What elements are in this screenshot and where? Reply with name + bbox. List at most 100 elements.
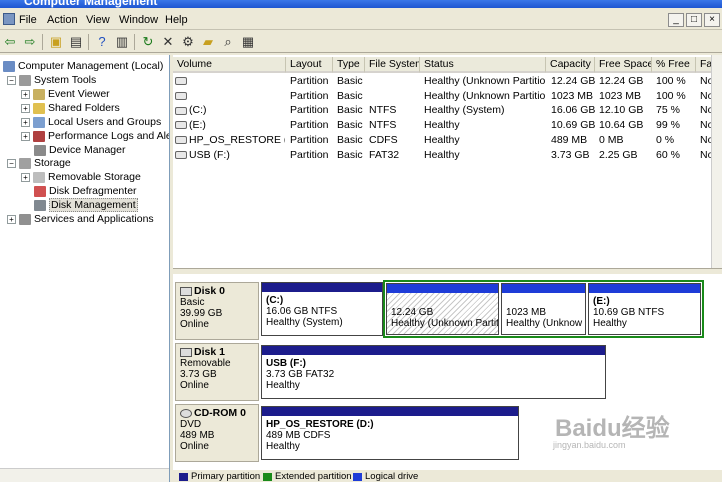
cdrom-icon xyxy=(180,408,192,418)
volume-free-cell: 12.24 GB xyxy=(599,75,644,87)
col-capacity[interactable]: Capacity xyxy=(546,57,595,73)
drive-icon xyxy=(175,121,187,130)
col-percent-free[interactable]: % Free xyxy=(652,57,696,73)
tree-event-viewer[interactable]: + Event Viewer xyxy=(21,87,110,101)
volume-type-cell: Basic xyxy=(337,89,363,102)
menu-file[interactable]: File xyxy=(19,14,37,26)
col-volume[interactable]: Volume xyxy=(173,57,286,73)
partition-e[interactable]: (E:) 10.69 GB NTFS Healthy xyxy=(588,283,701,335)
partition-c[interactable]: (C:) 16.06 GB NTFS Healthy (System) xyxy=(261,282,383,336)
volume-row[interactable]: USB (F:) Partition Basic FAT32 Healthy 3.73 G… xyxy=(173,148,722,162)
tree-performance-logs[interactable]: + Performance Logs and Alerts xyxy=(21,129,169,143)
partition-unknown-1023mb[interactable]: 1023 MB Healthy (Unknow xyxy=(501,283,586,335)
volume-row[interactable]: (E:) Partition Basic NTFS Healthy 10.69 GB 10.… xyxy=(173,118,722,132)
disk-management-icon xyxy=(34,199,46,211)
toolbar-separator xyxy=(42,34,43,50)
menu-window[interactable]: Window xyxy=(119,14,158,26)
tree-root[interactable]: Computer Management (Local) xyxy=(3,59,163,73)
watermark-url: jingyan.baidu.com xyxy=(553,440,626,450)
volume-name: (E:) xyxy=(189,119,206,132)
volume-free-cell: 10.64 GB xyxy=(599,119,644,132)
expand-icon[interactable]: + xyxy=(21,89,30,99)
collapse-icon[interactable]: − xyxy=(7,75,16,85)
volume-cell: (E:) xyxy=(175,118,285,132)
expand-icon[interactable]: + xyxy=(7,214,16,224)
drive-icon xyxy=(175,150,187,159)
refresh-icon[interactable]: ↻ xyxy=(140,34,156,50)
tree-services[interactable]: + Services and Applications xyxy=(7,212,154,226)
col-status[interactable]: Status xyxy=(420,57,546,73)
volume-pct-cell: 100 % xyxy=(656,75,686,87)
volume-cell xyxy=(175,89,285,103)
partition-usb-f[interactable]: USB (F:) 3.73 GB FAT32 Healthy xyxy=(261,345,606,399)
legend-logical: Logical drive xyxy=(365,471,419,482)
volume-capacity-cell: 3.73 GB xyxy=(551,148,590,161)
volume-layout-cell: Partition xyxy=(290,104,329,117)
tree-local-users[interactable]: + Local Users and Groups xyxy=(21,115,161,129)
delete-icon[interactable]: ✕ xyxy=(160,34,176,50)
tree-system-tools[interactable]: − System Tools xyxy=(7,73,96,87)
up-folder-icon[interactable]: ▣ xyxy=(48,34,64,50)
col-file-system[interactable]: File System xyxy=(365,57,420,73)
volume-name: USB (F:) xyxy=(189,148,230,161)
tree-storage[interactable]: − Storage xyxy=(7,156,71,170)
minimize-button[interactable]: _ xyxy=(668,13,684,27)
restore-button[interactable]: □ xyxy=(686,13,702,27)
menu-action[interactable]: Action xyxy=(47,14,78,26)
disk-icon xyxy=(180,286,192,296)
list-vertical-scrollbar[interactable] xyxy=(711,55,722,268)
menu-view[interactable]: View xyxy=(86,14,110,26)
col-type[interactable]: Type xyxy=(333,57,365,73)
tree-shared-folders[interactable]: + Shared Folders xyxy=(21,101,120,115)
expand-icon[interactable]: + xyxy=(21,117,30,127)
volume-pct-cell: 0 % xyxy=(656,133,675,146)
drive-icon xyxy=(175,77,187,86)
close-button[interactable]: × xyxy=(704,13,720,27)
col-free-space[interactable]: Free Space xyxy=(595,57,652,73)
menu-help[interactable]: Help xyxy=(165,14,188,26)
app-icon[interactable] xyxy=(3,13,15,25)
logical-drive-bar xyxy=(502,284,585,293)
volume-row[interactable]: (C:) Partition Basic NTFS Healthy (System) 16… xyxy=(173,103,722,117)
forward-icon[interactable]: ⇨ xyxy=(22,34,38,50)
device-manager-icon xyxy=(34,144,46,156)
tree-disk-defragmenter[interactable]: Disk Defragmenter xyxy=(34,184,137,198)
volume-fs-cell: FAT32 xyxy=(369,148,400,161)
volume-fs-cell: NTFS xyxy=(369,104,397,117)
logical-drive-swatch xyxy=(353,473,362,481)
folder-icon xyxy=(33,102,45,114)
volume-status-cell: Healthy xyxy=(424,119,460,132)
properties-icon[interactable]: ▥ xyxy=(114,34,130,50)
disk-1-label[interactable]: Disk 1 Removable 3.73 GB Online xyxy=(175,343,259,401)
tree-disk-management[interactable]: Disk Management xyxy=(34,198,138,213)
col-layout[interactable]: Layout xyxy=(286,57,333,73)
volume-type-cell: Basic xyxy=(337,148,363,161)
expand-icon[interactable]: + xyxy=(21,103,30,113)
volume-row[interactable]: HP_OS_RESTORE (D:) Partition Basic CDFS Heal… xyxy=(173,133,722,147)
volume-row[interactable]: Partition Basic Healthy (Unknown Partition… xyxy=(173,74,722,88)
storage-icon xyxy=(19,157,31,169)
show-tree-icon[interactable]: ▤ xyxy=(68,34,84,50)
help-icon[interactable]: ? xyxy=(94,34,110,50)
search-icon[interactable]: ⌕ xyxy=(220,34,236,50)
expand-icon[interactable]: + xyxy=(21,131,30,141)
cdrom-0-label[interactable]: CD-ROM 0 DVD 489 MB Online xyxy=(175,404,259,462)
back-icon[interactable]: ⇦ xyxy=(2,34,18,50)
tree-horizontal-scrollbar[interactable] xyxy=(0,468,169,482)
volume-capacity-cell: 16.06 GB xyxy=(551,104,595,117)
partition-hp-os-restore[interactable]: HP_OS_RESTORE (D:) 489 MB CDFS Healthy xyxy=(261,406,519,460)
tree-removable-storage[interactable]: + Removable Storage xyxy=(21,170,141,184)
expand-icon[interactable]: + xyxy=(21,172,30,182)
volume-type-cell: Basic xyxy=(337,104,363,117)
disk-0-label[interactable]: Disk 0 Basic 39.99 GB Online xyxy=(175,282,259,340)
volume-layout-cell: Partition xyxy=(290,89,329,102)
volume-row[interactable]: Partition Basic Healthy (Unknown Partition… xyxy=(173,89,722,103)
drive-icon xyxy=(175,106,187,115)
users-icon xyxy=(33,116,45,128)
open-icon[interactable]: ▰ xyxy=(200,34,216,50)
collapse-icon[interactable]: − xyxy=(7,158,16,168)
partition-unknown-12gb[interactable]: 12.24 GB Healthy (Unknown Partit xyxy=(386,283,499,335)
export-icon[interactable]: ▦ xyxy=(240,34,256,50)
settings-icon[interactable]: ⚙ xyxy=(180,34,196,50)
tree-device-manager[interactable]: Device Manager xyxy=(34,143,125,157)
